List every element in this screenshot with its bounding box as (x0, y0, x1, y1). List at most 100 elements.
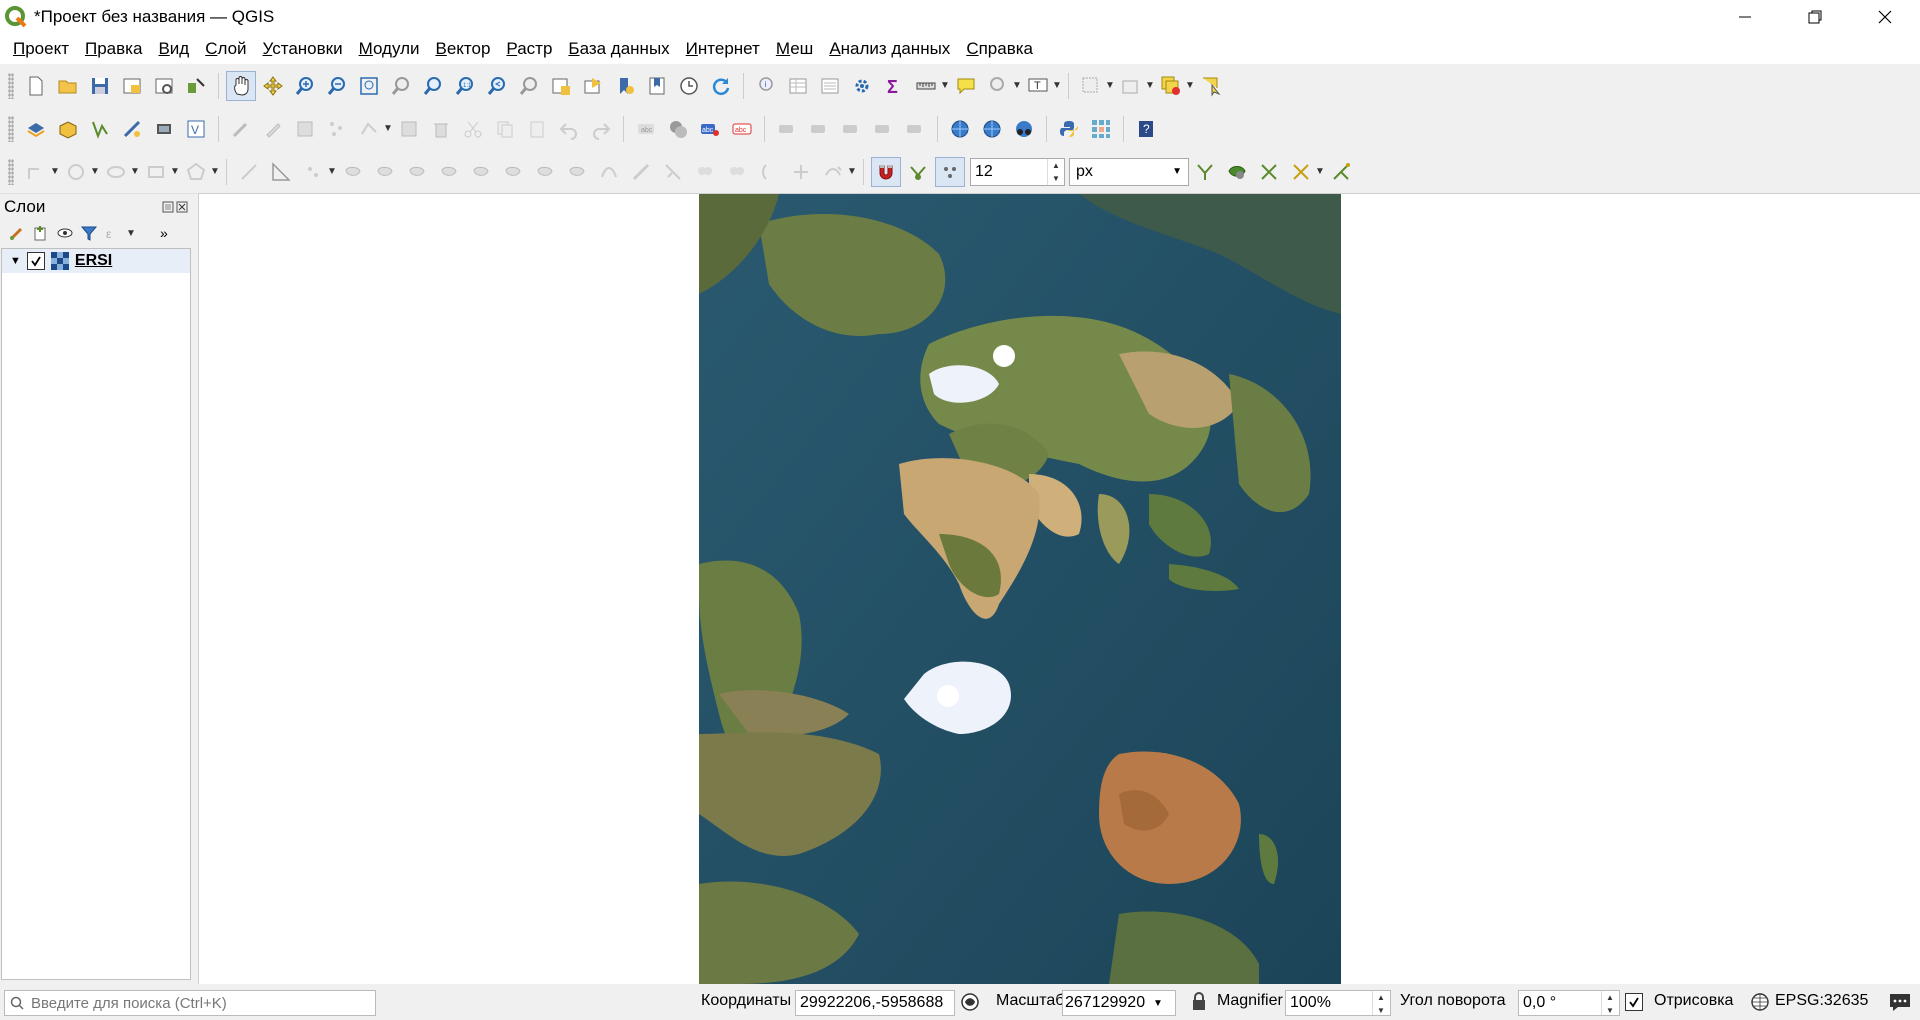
add-feature-button[interactable] (322, 114, 352, 144)
toolbar-grip[interactable] (8, 72, 14, 99)
merge-attributes-button[interactable] (722, 157, 752, 187)
add-rectangle-button[interactable] (141, 157, 171, 187)
chevron-down-icon[interactable]: ▼ (126, 228, 136, 239)
layer-visibility-checkbox[interactable] (26, 252, 45, 270)
new-map-view-button[interactable] (546, 71, 576, 101)
new-virtual-layer-button[interactable]: V (181, 114, 211, 144)
add-ellipse-button[interactable] (101, 157, 131, 187)
expression-filter-icon[interactable]: ε (104, 224, 122, 242)
python-console-button[interactable] (1054, 114, 1084, 144)
offset-point-symbols-button[interactable] (786, 157, 816, 187)
text-box-button[interactable]: T (1023, 71, 1053, 101)
rotation-field[interactable]: ▲▼ (1518, 990, 1620, 1016)
merge-features-button[interactable] (690, 157, 720, 187)
reshape-button[interactable] (562, 157, 592, 187)
spin-up-icon[interactable]: ▲ (1602, 991, 1618, 1004)
menu-help[interactable]: Справка (958, 34, 1041, 64)
zoom-full-button[interactable] (354, 71, 384, 101)
summary-statistics-button[interactable]: Σ (879, 71, 909, 101)
move-label-button[interactable] (836, 114, 866, 144)
tracing-button[interactable] (1286, 157, 1316, 187)
eye-icon[interactable] (56, 224, 74, 242)
chevron-down-icon[interactable]: ▼ (1145, 80, 1155, 91)
offset-curve-button[interactable] (594, 157, 624, 187)
chevron-down-icon[interactable]: ▼ (847, 166, 857, 177)
search-input[interactable] (29, 993, 363, 1013)
menu-plugins[interactable]: Модули (351, 34, 428, 64)
menu-processing[interactable]: Анализ данных (821, 34, 958, 64)
scale-value[interactable] (1063, 993, 1151, 1013)
toolbar-grip[interactable] (8, 158, 14, 185)
redo-button[interactable] (586, 114, 616, 144)
new-3d-view-button[interactable] (578, 71, 608, 101)
fill-ring-button[interactable] (466, 157, 496, 187)
map-tips-button[interactable] (951, 71, 981, 101)
coordinates-value[interactable] (796, 993, 952, 1013)
toolbar-grip[interactable] (8, 115, 14, 142)
wms-button[interactable] (945, 114, 975, 144)
change-label-button[interactable] (900, 114, 930, 144)
refresh-button[interactable] (706, 71, 736, 101)
trim-extend-button[interactable] (818, 157, 848, 187)
new-geopackage-button[interactable] (53, 114, 83, 144)
map-canvas[interactable] (198, 193, 1920, 984)
minimize-button[interactable] (1710, 0, 1780, 34)
render-checkbox[interactable] (1625, 993, 1643, 1011)
toolbox-button[interactable] (847, 71, 877, 101)
delete-selected-button[interactable] (426, 114, 456, 144)
chevron-down-icon[interactable]: ▼ (1105, 80, 1115, 91)
menu-settings[interactable]: Установки (255, 34, 351, 64)
advanced-digitizing-button[interactable] (234, 157, 264, 187)
snapping-layers-button[interactable] (903, 157, 933, 187)
crs-button[interactable]: EPSG:32635 (1775, 992, 1868, 1010)
snapping-tolerance-value[interactable] (971, 161, 1047, 182)
spin-down-icon[interactable]: ▼ (1048, 172, 1064, 185)
magnifier-field[interactable]: ▲▼ (1285, 990, 1391, 1016)
select-location-button[interactable] (1196, 71, 1226, 101)
menu-layer[interactable]: Слой (197, 34, 254, 64)
coordinates-field[interactable] (795, 990, 955, 1016)
current-edits-button[interactable] (226, 114, 256, 144)
copy-features-button[interactable] (490, 114, 520, 144)
extents-toggle-icon[interactable] (959, 991, 981, 1013)
open-attribute-table-button[interactable] (783, 71, 813, 101)
add-circle-button[interactable] (61, 157, 91, 187)
diagram-button[interactable] (663, 114, 693, 144)
menu-project[interactable]: Проект (0, 34, 77, 64)
measure-button[interactable] (911, 71, 941, 101)
add-part-button[interactable] (434, 157, 464, 187)
chevron-down-icon[interactable]: ▼ (383, 123, 393, 134)
add-circular-string-button[interactable] (21, 157, 51, 187)
help-contents-button[interactable]: ? (1131, 114, 1161, 144)
metasearch-button[interactable] (1009, 114, 1039, 144)
spin-down-icon[interactable]: ▼ (1602, 1004, 1618, 1017)
lock-icon[interactable] (1190, 992, 1208, 1012)
select-features-button[interactable] (1076, 71, 1106, 101)
snapping-intersection-button[interactable] (1222, 157, 1252, 187)
temporal-controller-button[interactable] (674, 71, 704, 101)
new-project-button[interactable] (21, 71, 51, 101)
chevron-down-icon[interactable]: ▼ (940, 80, 950, 91)
restore-button[interactable] (1780, 0, 1850, 34)
spin-down-icon[interactable]: ▼ (1373, 1004, 1389, 1017)
split-features-button[interactable] (626, 157, 656, 187)
statistics-button[interactable] (815, 71, 845, 101)
undock-icon[interactable] (162, 201, 174, 213)
menu-mesh[interactable]: Меш (768, 34, 821, 64)
new-print-layout-button[interactable] (117, 71, 147, 101)
chevron-down-icon[interactable]: ▼ (1153, 998, 1163, 1009)
more-icon[interactable]: » (160, 225, 168, 241)
snapping-tolerance-spinner[interactable]: ▲ ▼ (1047, 158, 1064, 185)
self-snapping-button[interactable] (1254, 157, 1284, 187)
menu-vector[interactable]: Вектор (427, 34, 498, 64)
magnifier-value[interactable] (1286, 993, 1372, 1013)
snapping-type-button[interactable] (935, 156, 965, 187)
locator-search[interactable] (4, 990, 376, 1016)
pan-to-selection-button[interactable] (258, 71, 288, 101)
modify-attributes-button[interactable] (394, 114, 424, 144)
zoom-next-button[interactable] (514, 71, 544, 101)
new-shapefile-button[interactable] (85, 114, 115, 144)
menu-edit[interactable]: Правка (77, 34, 150, 64)
chevron-down-icon[interactable]: ▼ (1052, 80, 1062, 91)
cut-features-button[interactable] (458, 114, 488, 144)
